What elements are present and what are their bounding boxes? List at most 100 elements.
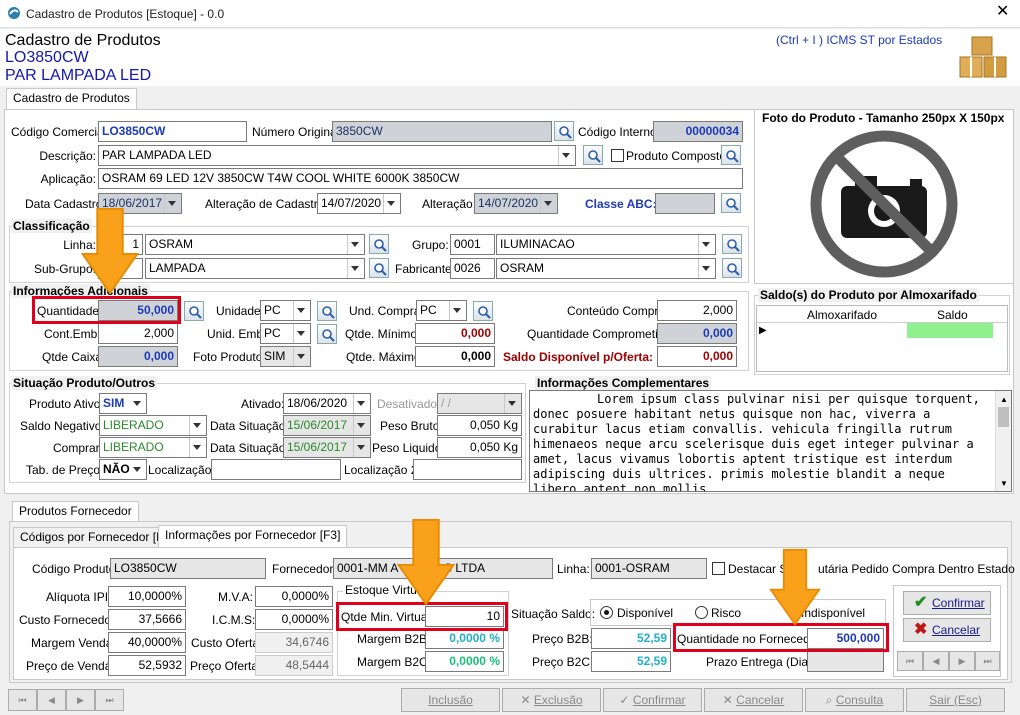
- peso-liquido-input[interactable]: 0,050 Kg: [437, 437, 522, 458]
- preco-b2c-input[interactable]: 52,59: [591, 651, 671, 672]
- quantidade-search-button[interactable]: [184, 301, 204, 321]
- alteracao-picker[interactable]: 14/07/2020: [474, 193, 558, 214]
- mva-input[interactable]: 0,0000%: [255, 586, 333, 607]
- unid-emb-search-button[interactable]: [317, 324, 337, 344]
- data-sit1-picker[interactable]: 15/06/2017: [283, 415, 371, 436]
- conteudo-compra-input[interactable]: 2,000: [657, 300, 737, 321]
- cont-emb-input[interactable]: 2,000: [98, 323, 178, 344]
- grupo-search-button[interactable]: [722, 234, 742, 254]
- preco-venda-input[interactable]: 52,5932: [108, 655, 186, 676]
- nav-prev-icon[interactable]: ◀: [37, 689, 66, 711]
- aplicacao-input[interactable]: OSRAM 69 LED 12V 3850CW T4W COOL WHITE 6…: [98, 168, 743, 189]
- ativado-value: 18/06/2020: [287, 396, 348, 410]
- subgrupo-select[interactable]: LAMPADA: [145, 258, 365, 279]
- margem-b2c-input[interactable]: 0,0000 %: [425, 651, 504, 672]
- und-compra-select[interactable]: PC: [416, 300, 467, 321]
- data-sit2-picker[interactable]: 15/06/2017: [283, 437, 371, 458]
- descricao-search-button[interactable]: [583, 145, 603, 165]
- desativado-picker[interactable]: / /: [437, 393, 522, 414]
- prev-record-icon[interactable]: ◀: [923, 651, 949, 671]
- custo-fornecedor-input[interactable]: 37,5666: [108, 609, 186, 630]
- tab-preco-select[interactable]: NÃO: [99, 459, 147, 480]
- nav-first-icon[interactable]: ⏮: [8, 689, 37, 711]
- localizacao2-input[interactable]: [413, 459, 522, 480]
- scroll-up-icon[interactable]: ▲: [1000, 393, 1008, 407]
- fabricante-code-input[interactable]: 0026: [450, 258, 495, 279]
- tab-codigos-fornecedor[interactable]: Códigos por Fornecedor [F2]: [13, 527, 181, 548]
- ativado-picker[interactable]: 18/06/2020: [283, 393, 371, 414]
- aliquota-ipi-input[interactable]: 10,0000%: [108, 586, 186, 607]
- margem-venda-input[interactable]: 40,0000%: [108, 632, 186, 653]
- tab-produtos-fornecedor[interactable]: Produtos Fornecedor: [12, 501, 139, 522]
- qtde-minimo-input[interactable]: 0,000: [415, 323, 495, 344]
- saldo-neg-select[interactable]: LIBERADO: [99, 415, 207, 436]
- forn-confirmar-button[interactable]: ✔ Confirmar: [903, 591, 991, 615]
- destacar-checkbox[interactable]: [712, 562, 725, 575]
- scroll-down-icon[interactable]: ▼: [1000, 477, 1008, 491]
- nav-next-icon[interactable]: ▶: [66, 689, 95, 711]
- codigo-comercial-input[interactable]: LO3850CW: [98, 121, 247, 142]
- unid-emb-select[interactable]: PC: [260, 323, 311, 344]
- fabricante-search-button[interactable]: [722, 258, 742, 278]
- complementares-textarea[interactable]: Lorem ipsum class pulvinar nisi per quis…: [529, 390, 1012, 492]
- last-record-icon[interactable]: ⏭: [975, 651, 1000, 671]
- unidade-select[interactable]: PC: [260, 300, 311, 321]
- cancelar-button[interactable]: ✕ Cancelar: [704, 688, 803, 712]
- grupo-code-input[interactable]: 0001: [450, 234, 495, 255]
- saldos-grid[interactable]: Almoxarifado Saldo ▶: [756, 305, 1008, 372]
- linha-forn-input[interactable]: 0001-OSRAM: [591, 558, 707, 579]
- numero-original-search-button[interactable]: [554, 121, 574, 141]
- localizacao-input[interactable]: [211, 459, 341, 480]
- codigo-produto-input[interactable]: LO3850CW: [110, 558, 266, 579]
- alteracao-cadastro-picker[interactable]: 14/07/2020: [317, 193, 401, 214]
- classe-abc-input[interactable]: [655, 193, 715, 214]
- nav-last-icon[interactable]: ⏭: [95, 689, 124, 711]
- next-record-icon[interactable]: ▶: [949, 651, 975, 671]
- confirmar-button[interactable]: ✓ Confirmar: [603, 688, 702, 712]
- unidade-search-button[interactable]: [317, 301, 337, 321]
- margem-b2b-input[interactable]: 0,0000 %: [425, 628, 504, 649]
- exclusao-button[interactable]: ✕ Exclusão: [502, 688, 601, 712]
- linha-search-button[interactable]: [369, 234, 389, 254]
- und-compra-search-button[interactable]: [473, 301, 493, 321]
- subgrupo-search-button[interactable]: [369, 258, 389, 278]
- peso-bruto-input[interactable]: 0,050 Kg: [437, 415, 522, 436]
- conteudo-compra-label: Conteúdo Compra:: [567, 304, 669, 318]
- qtde-caixa-input[interactable]: 0,000: [98, 346, 178, 367]
- preco-b2c-label: Preço B2C:: [532, 655, 594, 669]
- codigo-interno-input[interactable]: 00000034: [653, 121, 743, 142]
- comprar-select[interactable]: LIBERADO: [99, 437, 207, 458]
- saldos-cell-saldo[interactable]: [907, 323, 993, 338]
- complementares-scrollbar[interactable]: ▲ ▼: [995, 391, 1011, 491]
- custo-oferta-input[interactable]: 34,6746: [255, 632, 333, 653]
- close-icon[interactable]: ✕: [996, 4, 1009, 20]
- risco-radio[interactable]: [695, 606, 708, 619]
- inclusao-button[interactable]: Inclusão: [401, 688, 500, 712]
- preco-b2b-input[interactable]: 52,59: [591, 628, 671, 649]
- prazo-entrega-input[interactable]: [807, 651, 884, 672]
- scroll-thumb[interactable]: [998, 407, 1009, 427]
- foto-produto-select[interactable]: SIM: [260, 346, 311, 367]
- saldo-oferta-input[interactable]: 0,000: [657, 346, 737, 367]
- classe-abc-search-button[interactable]: [721, 193, 741, 213]
- icms-shortcut-link[interactable]: (Ctrl + I ) ICMS ST por Estados: [776, 33, 942, 47]
- forn-cancelar-button[interactable]: ✖ Cancelar: [903, 618, 991, 642]
- produto-composto-search-button[interactable]: [721, 145, 741, 165]
- produto-composto-checkbox[interactable]: [611, 149, 624, 162]
- disponivel-radio[interactable]: [600, 606, 613, 619]
- descricao-select[interactable]: PAR LAMPADA LED: [98, 145, 576, 166]
- consulta-button[interactable]: ⌕ Consulta: [805, 688, 904, 712]
- icms-input[interactable]: 0,0000%: [255, 609, 333, 630]
- first-record-icon[interactable]: ⏮: [897, 651, 923, 671]
- numero-original-input[interactable]: 3850CW: [332, 121, 552, 142]
- fabricante-select[interactable]: OSRAM: [496, 258, 716, 279]
- grupo-select[interactable]: ILUMINACAO: [496, 234, 716, 255]
- qtde-maximo-input[interactable]: 0,000: [415, 346, 495, 367]
- sair-button[interactable]: Sair (Esc): [906, 688, 1005, 712]
- ativo-select[interactable]: SIM: [99, 393, 147, 414]
- tab-info-fornecedor[interactable]: Informações por Fornecedor [F3]: [158, 525, 348, 548]
- preco-oferta-input[interactable]: 48,5444: [255, 655, 333, 676]
- tab-cadastro-produtos[interactable]: Cadastro de Produtos: [6, 88, 137, 110]
- qtd-comprometido-input[interactable]: 0,000: [657, 323, 737, 344]
- linha-select[interactable]: OSRAM: [145, 234, 365, 255]
